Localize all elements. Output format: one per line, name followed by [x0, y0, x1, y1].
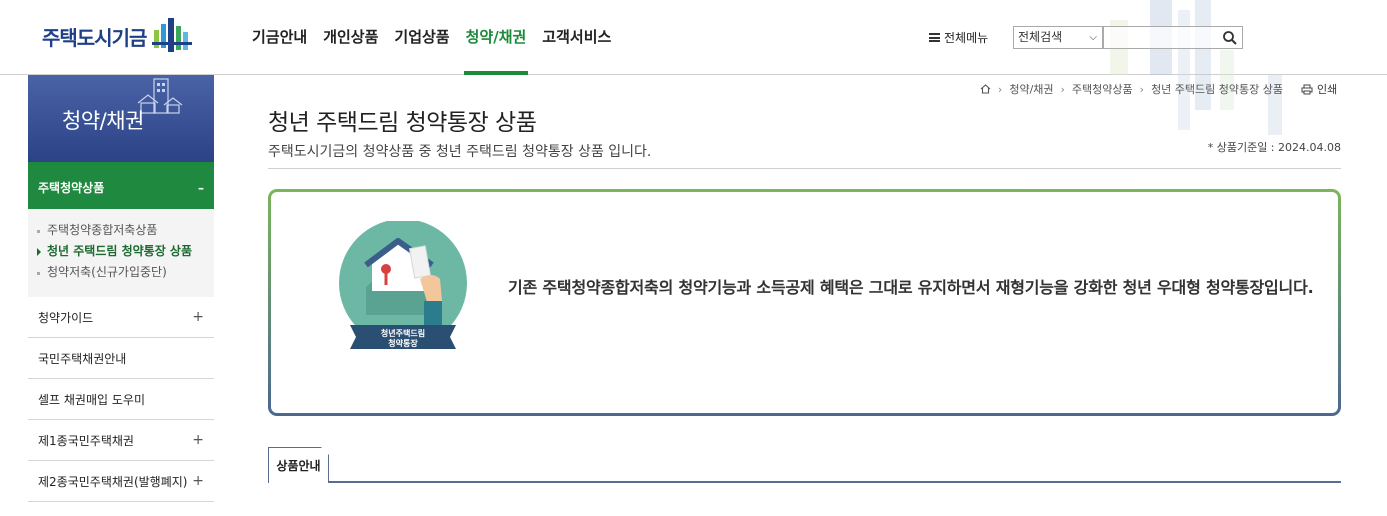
sidebar-subitem-youth-dream[interactable]: 청년 주택드림 청약통장 상품 — [36, 241, 206, 262]
header: 주택도시기금 기금안내 개인상품 기업상품 청약/채권 고객서비스 전체메뉴 전… — [0, 0, 1387, 135]
sidebar-title: 청약/채권 — [62, 109, 144, 133]
gnb-item-subscription-bonds[interactable]: 청약/채권 — [463, 0, 528, 75]
expand-icon: + — [192, 473, 204, 489]
hamburger-icon — [929, 33, 940, 42]
search-icon[interactable] — [1222, 30, 1238, 46]
sidebar-item-housing-subscription[interactable]: 주택청약상품 – — [28, 166, 214, 209]
sidebar-item-national-housing-bond[interactable]: 국민주택채권안내 — [28, 338, 214, 379]
sidebar-item-label: 제1종국민주택채권 — [38, 433, 134, 448]
gnb-item-fund-info[interactable]: 기금안내 — [252, 0, 307, 75]
home-icon[interactable] — [980, 84, 991, 94]
sidebar-item-label: 셀프 채권매입 도우미 — [38, 392, 145, 407]
printer-icon — [1301, 84, 1313, 94]
chevron-right-icon: › — [1139, 82, 1145, 96]
logo[interactable]: 주택도시기금 — [42, 16, 194, 56]
sidebar-item-label: 제2종국민주택채권(발행폐지) — [38, 474, 188, 489]
product-base-date: * 상품기준일 : 2024.04.08 — [1207, 141, 1341, 154]
search-box — [1103, 26, 1243, 49]
logo-text: 주택도시기금 — [42, 25, 147, 50]
logo-mark-icon — [152, 18, 193, 52]
print-button[interactable]: 인쇄 — [1301, 81, 1337, 97]
sidebar-title-banner: 청약/채권 — [28, 75, 214, 166]
sidebar-subitem-subscription-savings[interactable]: 청약저축(신규가입중단) — [36, 262, 206, 283]
sidebar-item-label: 국민주택채권안내 — [38, 351, 127, 366]
gnb-item-corporate-products[interactable]: 기업상품 — [394, 0, 449, 75]
sidebar-item-type1-bond[interactable]: 제1종국민주택채권 + — [28, 420, 214, 461]
breadcrumb-item-current: 청년 주택드림 청약통장 상품 — [1151, 83, 1283, 96]
sidebar-item-type2-bond[interactable]: 제2종국민주택채권(발행폐지) + — [28, 461, 214, 502]
main-navigation: 기금안내 개인상품 기업상품 청약/채권 고객서비스 — [252, 0, 627, 75]
product-summary-text: 기존 주택청약종합저축의 청약기능과 소득공제 혜택은 그대로 유지하면서 재형… — [508, 278, 1314, 297]
breadcrumb-item[interactable]: 청약/채권 — [1009, 81, 1053, 97]
expand-icon: + — [192, 432, 204, 448]
breadcrumb: › 청약/채권 › 주택청약상품 › 청년 주택드림 청약통장 상품 — [980, 81, 1283, 97]
page-title: 청년 주택드림 청약통장 상품 — [268, 110, 537, 136]
collapse-icon: – — [198, 180, 204, 195]
sidebar-item-subscription-guide[interactable]: 청약가이드 + — [28, 297, 214, 338]
header-decoration — [1080, 0, 1380, 140]
house-key-illustration: 청년주택드림 청약통장 — [339, 221, 467, 349]
sidebar-item-self-bond-helper[interactable]: 셀프 채권매입 도우미 — [28, 379, 214, 420]
sidebar-subitem-comprehensive-savings[interactable]: 주택청약종합저축상품 — [36, 220, 206, 241]
sidebar-item-label: 주택청약상품 — [38, 181, 105, 195]
illust-label-line1: 청년주택드림 — [381, 328, 425, 338]
all-menu-label: 전체메뉴 — [944, 31, 989, 45]
breadcrumb-item[interactable]: 주택청약상품 — [1072, 81, 1133, 97]
search-scope-value: 전체검색 — [1018, 30, 1063, 44]
search-scope-select[interactable]: 전체검색 ⌵ — [1013, 26, 1103, 49]
product-tabs: 상품안내 — [268, 447, 1341, 483]
divider — [268, 168, 1341, 169]
all-menu-button[interactable]: 전체메뉴 — [929, 29, 988, 46]
sidebar-item-label: 청약가이드 — [38, 310, 94, 325]
illust-label-line2: 청약통장 — [388, 338, 418, 348]
page-description: 주택도시기금의 청약상품 중 청년 주택드림 청약통장 상품 입니다. — [268, 144, 652, 160]
chevron-down-icon: ⌵ — [1089, 32, 1097, 43]
chevron-right-icon: › — [1060, 82, 1065, 96]
chevron-right-icon: › — [997, 82, 1003, 96]
gnb-item-personal-products[interactable]: 개인상품 — [323, 0, 378, 75]
print-label: 인쇄 — [1317, 83, 1338, 96]
search-input[interactable] — [1104, 27, 1214, 49]
sidebar-submenu: 주택청약종합저축상품 청년 주택드림 청약통장 상품 청약저축(신규가입중단) — [28, 209, 214, 297]
sidebar: 청약/채권 주택청약상품 – 주택청약종합저축상품 청년 주택드림 청약통장 상… — [28, 75, 214, 502]
gnb-item-customer-service[interactable]: 고객서비스 — [542, 0, 611, 75]
tab-product-info[interactable]: 상품안내 — [268, 447, 329, 483]
expand-icon: + — [192, 309, 204, 325]
